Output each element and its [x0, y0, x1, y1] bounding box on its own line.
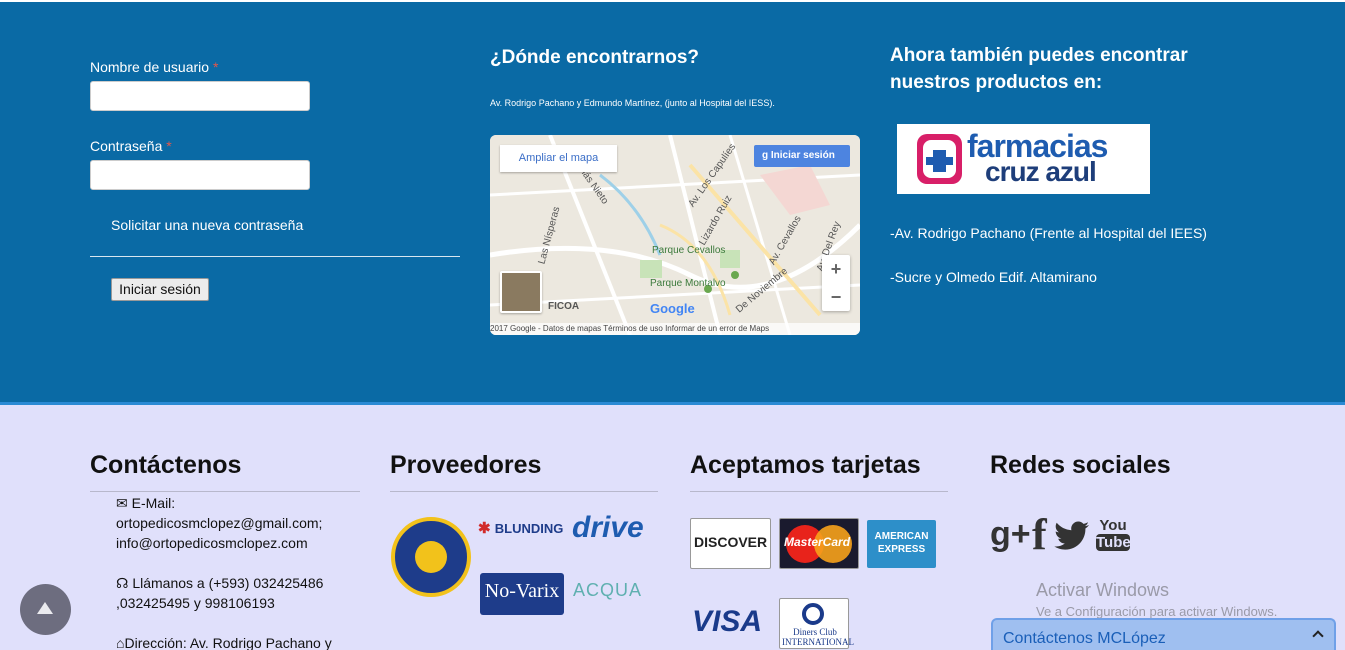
ortho-pauher-logo	[391, 517, 471, 597]
embedded-map[interactable]: Parque Cevallos Parque Montalvo FICOA Li…	[490, 135, 860, 335]
store-address-1: -Av. Rodrigo Pachano (Frente al Hospital…	[890, 225, 1207, 241]
location-address: Av. Rodrigo Pachano y Edmundo Martínez, …	[490, 98, 775, 108]
google-logo: Google	[650, 301, 695, 316]
cards-title: Aceptamos tarjetas	[690, 451, 921, 479]
map-footer[interactable]: 2017 Google - Datos de mapas Términos de…	[490, 323, 860, 335]
providers-title: Proveedores	[390, 451, 542, 479]
satellite-toggle[interactable]	[500, 271, 542, 313]
contact-email: ✉ E-Mail: ortopedicosmclopez@gmail.com; …	[116, 495, 323, 551]
stores-title: Ahora también puedes encontrar nuestros …	[890, 45, 1188, 93]
map-label-parque-montalvo: Parque Montalvo	[650, 278, 726, 289]
windows-activation-subtitle: Ve a Configuración para activar Windows.	[1036, 604, 1278, 619]
chat-widget-bar[interactable]: Contáctenos MCLópez	[991, 618, 1336, 650]
login-divider	[90, 256, 460, 257]
farmacias-cruz-azul-logo: farmacias cruz azul	[897, 124, 1150, 194]
american-express-logo: AMERICAN EXPRESS	[867, 520, 936, 568]
mastercard-logo: MasterCard	[779, 518, 859, 569]
enlarge-map-button[interactable]: Ampliar el mapa	[500, 145, 617, 172]
chevron-up-icon	[1312, 630, 1324, 642]
google-plus-icon[interactable]: g+	[990, 515, 1031, 554]
username-input[interactable]	[90, 81, 310, 111]
envelope-icon: ✉	[116, 495, 128, 511]
zoom-out-button[interactable]: −	[822, 283, 850, 311]
arrow-up-icon	[37, 602, 53, 614]
providers-divider	[390, 491, 658, 492]
no-varix-logo: No-Varix	[480, 573, 564, 615]
headphones-icon: ☊	[116, 575, 129, 591]
cards-divider	[690, 491, 948, 492]
scroll-to-top-button[interactable]	[20, 584, 71, 635]
password-input[interactable]	[90, 160, 310, 190]
forgot-password-link[interactable]: Solicitar una nueva contraseña	[111, 217, 303, 233]
contact-phone: ☊ Llámanos a (+593) 032425486 ,032425495…	[116, 575, 324, 611]
discover-card-logo: DISCOVER	[690, 518, 771, 569]
map-zoom-control: + −	[822, 255, 850, 311]
password-label: Contraseña *	[90, 138, 172, 154]
login-button[interactable]: Iniciar sesión	[111, 278, 209, 301]
contact-title: Contáctenos	[90, 451, 242, 479]
location-title: ¿Dónde encontrarnos?	[490, 47, 700, 68]
diners-club-logo: Diners Club INTERNATIONAL	[779, 598, 854, 649]
visa-logo: VISA	[692, 605, 763, 638]
windows-activation-title: Activar Windows	[1036, 580, 1170, 600]
cruz-azul-logo-text: cruz azul	[985, 156, 1097, 187]
top-section: Nombre de usuario * Contraseña * Solicit…	[0, 0, 1345, 402]
twitter-icon[interactable]	[1054, 521, 1090, 558]
map-signin-button[interactable]: g Iniciar sesión	[754, 145, 850, 167]
acqua-logo: ACQUA	[573, 580, 643, 600]
drive-logo: drive	[572, 511, 644, 544]
zoom-in-button[interactable]: +	[822, 255, 850, 283]
contact-divider	[90, 491, 360, 492]
chat-widget-label: Contáctenos MCLópez	[1003, 630, 1166, 647]
map-label-ficoa: FICOA	[548, 301, 580, 312]
facebook-icon[interactable]: f	[1032, 509, 1047, 560]
store-address-2: -Sucre y Olmedo Edif. Altamirano	[890, 269, 1097, 285]
blunding-logo: ✱ BLUNDING	[478, 520, 564, 537]
youtube-icon[interactable]: You Tube	[1096, 517, 1131, 551]
contact-email-values[interactable]: ortopedicosmclopez@gmail.com; info@ortop…	[116, 515, 322, 551]
social-title: Redes sociales	[990, 451, 1171, 479]
contact-address: ⌂Dirección: Av. Rodrigo Pachano y	[116, 635, 332, 650]
map-label-parque-cevallos: Parque Cevallos	[652, 245, 726, 256]
google-icon: g	[762, 150, 771, 161]
username-label: Nombre de usuario *	[90, 59, 219, 75]
